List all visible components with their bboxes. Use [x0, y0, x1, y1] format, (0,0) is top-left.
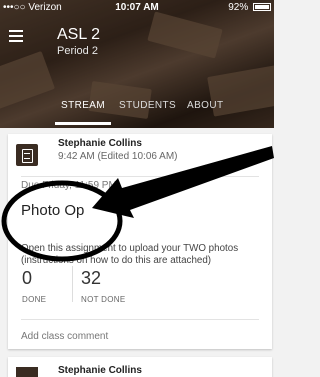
post-author: Stephanie Collins: [58, 365, 142, 376]
battery-percent: 92%: [228, 2, 249, 13]
post-author: Stephanie Collins: [58, 138, 142, 149]
battery-indicator: 92%: [228, 2, 271, 13]
not-done-count[interactable]: 32: [81, 268, 101, 289]
class-header: •••○○ Verizon 10:07 AM 92% ASL 2 Period …: [0, 0, 274, 128]
post-timestamp: 9:42 AM (Edited 10:06 AM): [58, 151, 178, 162]
tab-stream[interactable]: STREAM: [61, 100, 105, 111]
next-post-card[interactable]: Stephanie Collins: [8, 357, 272, 377]
hamburger-menu-icon[interactable]: [9, 30, 23, 45]
not-done-label: NOT DONE: [81, 295, 126, 304]
status-bar: •••○○ Verizon 10:07 AM 92%: [0, 0, 274, 16]
tab-about[interactable]: ABOUT: [187, 100, 223, 111]
tab-bar: STREAM STUDENTS ABOUT: [0, 100, 274, 120]
assignment-icon: [16, 144, 38, 166]
class-period: Period 2: [57, 45, 98, 57]
tab-students[interactable]: STUDENTS: [119, 100, 176, 111]
assignment-description: Open this assignment to upload your TWO …: [21, 243, 239, 266]
battery-icon: [253, 3, 271, 11]
add-class-comment-field[interactable]: Add class comment: [21, 331, 108, 342]
divider: [21, 176, 259, 177]
post-header: Stephanie Collins 9:42 AM (Edited 10:06 …: [8, 134, 272, 176]
done-count[interactable]: 0: [22, 268, 32, 289]
active-tab-indicator: [55, 122, 111, 125]
stat-divider: [72, 266, 73, 302]
divider: [21, 319, 259, 320]
assignment-card[interactable]: Stephanie Collins 9:42 AM (Edited 10:06 …: [8, 134, 272, 349]
assignment-icon: [16, 367, 38, 377]
done-label: DONE: [22, 295, 47, 304]
due-date: Due Friday, 11:59 PM: [21, 180, 117, 191]
assignment-title[interactable]: Photo Op: [21, 202, 84, 219]
class-title: ASL 2: [57, 26, 100, 43]
